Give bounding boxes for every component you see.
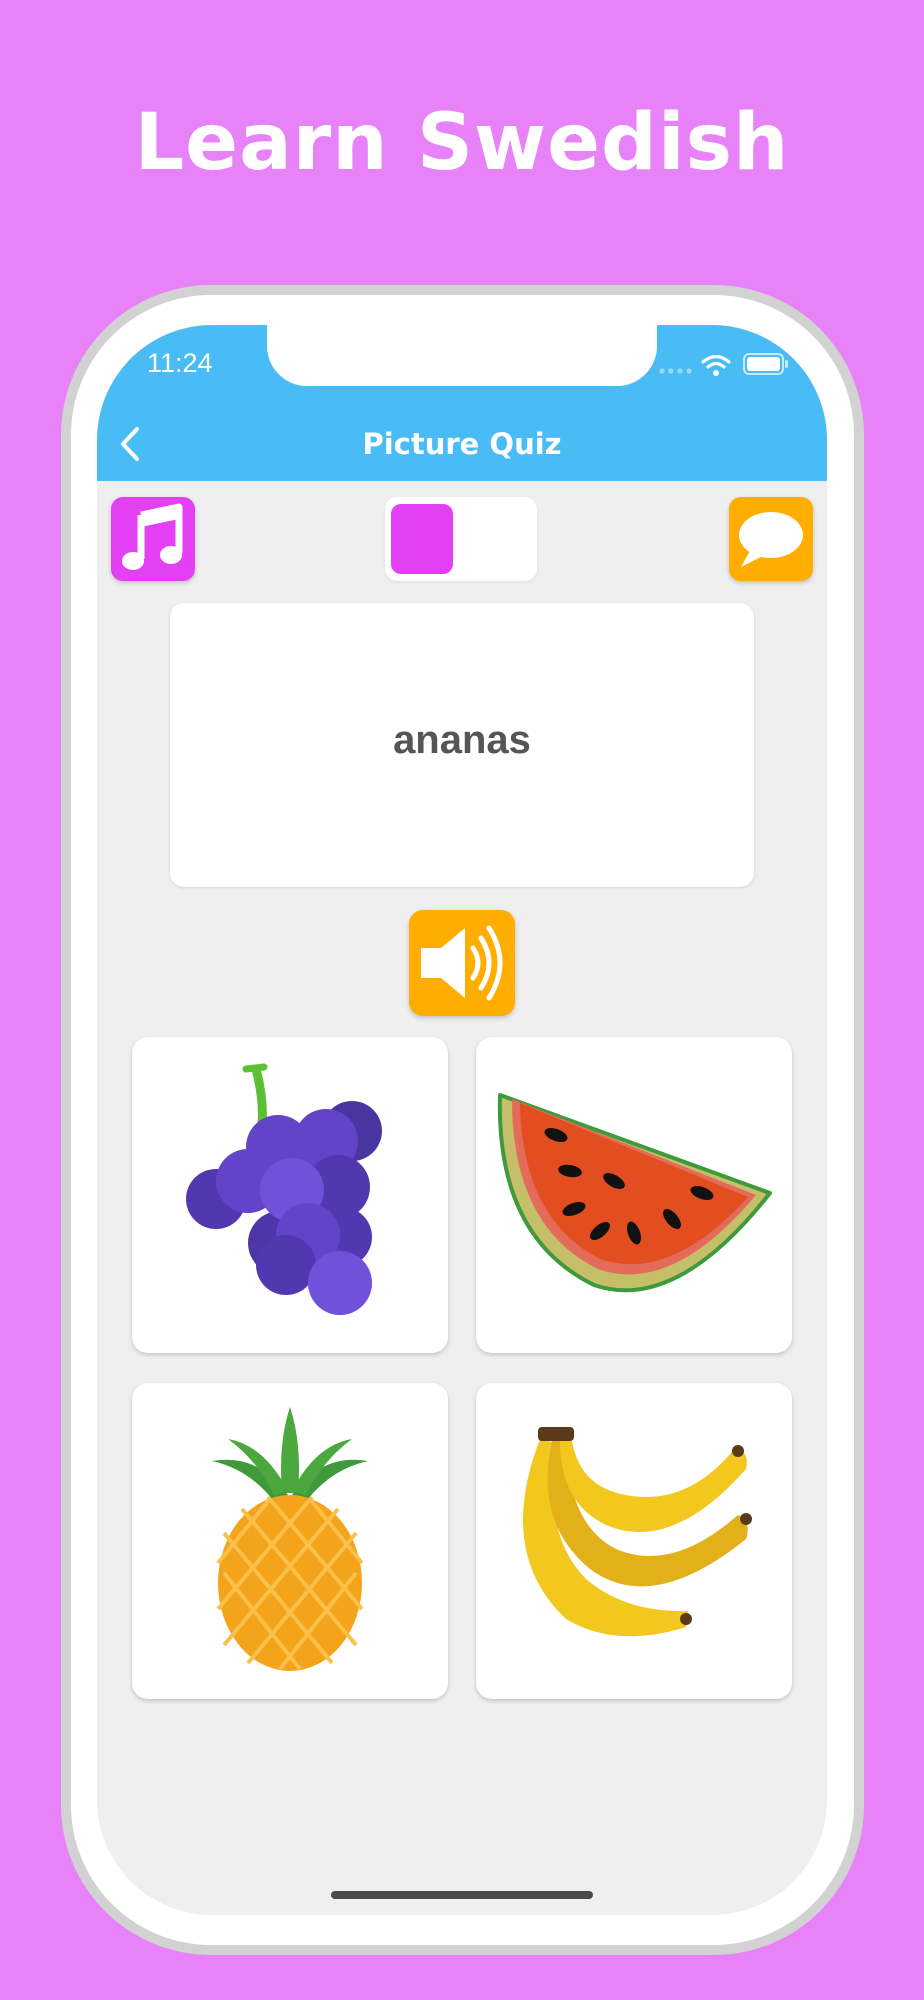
banana-icon (523, 1427, 752, 1637)
quiz-word: ananas (393, 718, 531, 762)
top-bar: 11:24 Picture Quiz (97, 325, 827, 481)
speaker-icon (421, 925, 503, 1001)
pineapple-icon (212, 1407, 368, 1671)
word-card: ananas (170, 603, 754, 887)
signal-dots-icon (659, 368, 692, 374)
music-note-icon (122, 503, 183, 570)
notch (267, 325, 657, 386)
home-indicator[interactable] (331, 1891, 593, 1899)
wifi-icon (701, 354, 731, 376)
watermelon-icon (497, 1093, 772, 1293)
promo-title: Learn Swedish (134, 98, 790, 188)
grapes-icon (186, 1063, 382, 1315)
play-audio-button[interactable] (409, 910, 515, 1016)
option-card-grapes[interactable] (132, 1037, 448, 1353)
music-button[interactable] (111, 497, 195, 581)
phone-screen: 11:24 Picture Quiz ananas (97, 325, 827, 1915)
nav-title: Picture Quiz (362, 427, 562, 461)
speech-bubble-icon (739, 512, 803, 567)
option-card-watermelon[interactable] (476, 1037, 792, 1353)
status-time: 11:24 (147, 348, 213, 378)
option-card-pineapple[interactable] (132, 1383, 448, 1699)
chat-button[interactable] (729, 497, 813, 581)
mode-toggle[interactable] (385, 497, 537, 581)
toggle-knob (391, 504, 453, 574)
battery-icon (743, 353, 788, 375)
option-card-banana[interactable] (476, 1383, 792, 1699)
